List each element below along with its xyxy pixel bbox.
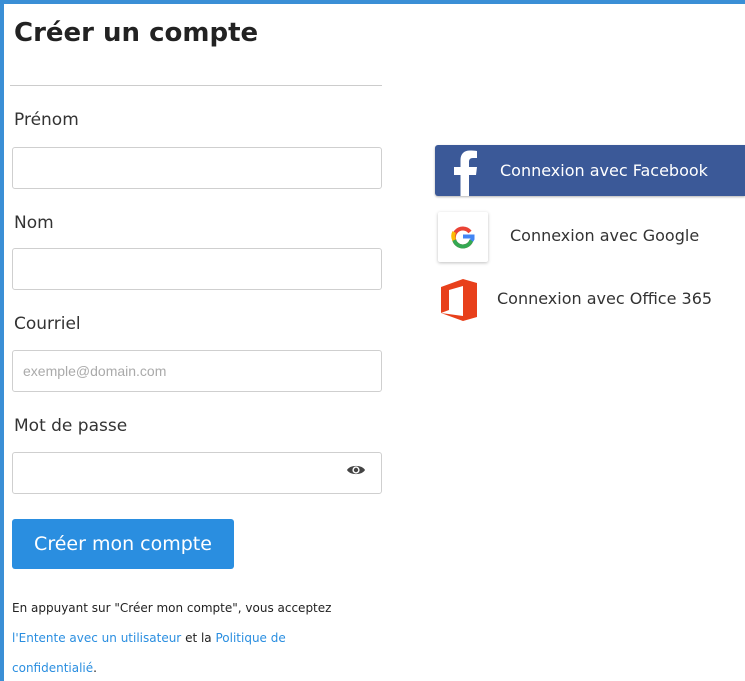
create-account-button[interactable]: Créer mon compte — [12, 519, 234, 569]
password-visibility-icon[interactable] — [346, 463, 366, 477]
facebook-logo-icon — [454, 150, 477, 196]
facebook-login-label: Connexion avec Facebook — [500, 161, 708, 180]
email-label: Courriel — [14, 314, 81, 334]
password-label: Mot de passe — [14, 416, 128, 436]
password-input[interactable] — [12, 452, 382, 494]
google-login-label[interactable]: Connexion avec Google — [510, 226, 699, 245]
page-frame — [0, 0, 745, 681]
email-input[interactable] — [12, 350, 382, 392]
privacy-policy-link[interactable]: Politique de — [215, 631, 285, 645]
user-agreement-link[interactable]: Entente avec un utilisateur — [19, 631, 182, 645]
office-logo-icon[interactable] — [437, 277, 481, 323]
first-name-label: Prénom — [14, 110, 79, 130]
terms-period: . — [93, 661, 97, 675]
title-divider — [10, 85, 382, 86]
terms-connector: et la — [181, 631, 216, 645]
google-logo-icon — [451, 226, 475, 249]
office-login-label[interactable]: Connexion avec Office 365 — [497, 289, 712, 308]
first-name-input[interactable] — [12, 147, 382, 189]
terms-text-line1: En appuyant sur "Créer mon compte", vous… — [12, 601, 332, 615]
page-title: Créer un compte — [14, 18, 259, 48]
privacy-policy-link-cont[interactable]: confidentialié — [12, 661, 93, 675]
last-name-input[interactable] — [12, 248, 382, 290]
google-logo-box[interactable] — [438, 212, 488, 262]
terms-text-line3: confidentialié. — [12, 661, 97, 675]
facebook-login-button[interactable]: Connexion avec Facebook — [435, 145, 745, 196]
terms-prefix: l' — [12, 631, 19, 645]
last-name-label: Nom — [14, 213, 54, 233]
terms-text-line2: l'Entente avec un utilisateur et la Poli… — [12, 631, 286, 645]
